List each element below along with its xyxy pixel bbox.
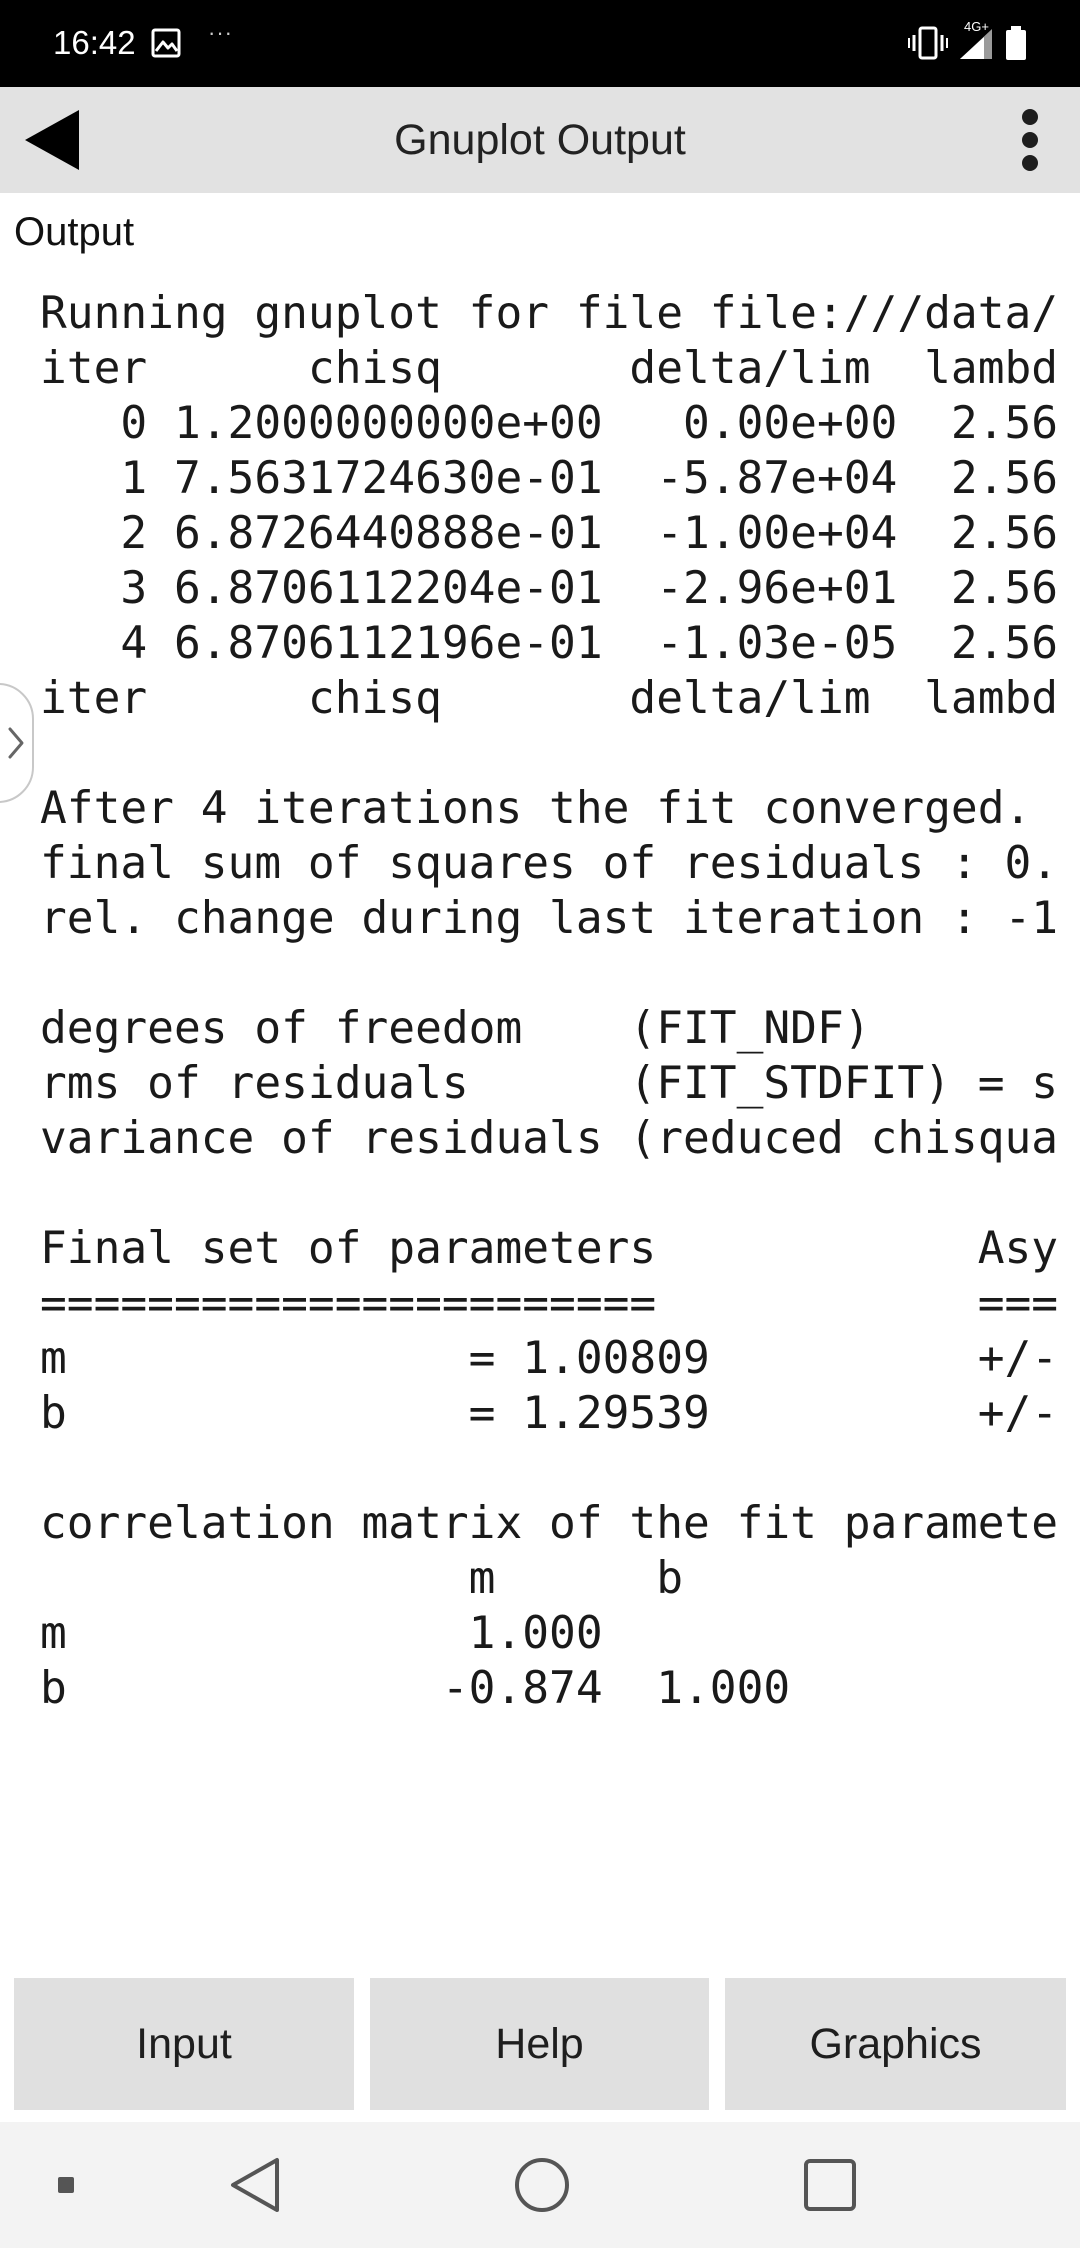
app-bar: Gnuplot Output	[0, 87, 1080, 193]
output-line: Final set of parameters Asy	[40, 1223, 1059, 1274]
output-line: degrees of freedom (FIT_NDF)	[40, 1003, 871, 1054]
battery-icon	[1006, 26, 1026, 60]
output-line: m 1.000	[40, 1608, 603, 1659]
chevron-right-icon	[8, 727, 24, 759]
output-line: b = 1.29539 +/-	[40, 1388, 1059, 1439]
input-button[interactable]: Input	[14, 1978, 354, 2110]
overflow-menu-icon	[1022, 109, 1038, 171]
recent-dot-button[interactable]	[36, 2122, 96, 2248]
bottom-button-row: Input Help Graphics	[0, 1978, 1080, 2110]
output-line: 4 6.8706112196e-01 -1.03e-05 2.56	[40, 618, 1059, 669]
network-type-label: 4G+	[964, 19, 989, 34]
nav-back-button[interactable]	[215, 2122, 295, 2248]
output-line: ======================= ===	[40, 1278, 1059, 1329]
back-button[interactable]	[18, 105, 88, 175]
back-triangle-icon	[231, 2158, 279, 2212]
back-arrow-icon	[25, 110, 79, 170]
output-line: After 4 iterations the fit converged.	[40, 783, 1032, 834]
output-line: m = 1.00809 +/-	[40, 1333, 1059, 1384]
output-line: rms of residuals (FIT_STDFIT) = s	[40, 1058, 1059, 1109]
home-circle-icon	[515, 2158, 569, 2212]
page-title: Gnuplot Output	[394, 116, 686, 164]
overview-square-icon	[804, 2159, 856, 2211]
gnuplot-output-text: Running gnuplot for file file:///data/ i…	[40, 286, 1058, 1716]
output-line: correlation matrix of the fit paramete	[40, 1498, 1059, 1549]
vibrate-icon	[908, 26, 948, 60]
graphics-button[interactable]: Graphics	[725, 1978, 1066, 2110]
status-bar: 16:42 ··· 4G+	[0, 0, 1080, 87]
output-line: 3 6.8706112204e-01 -2.96e+01 2.56	[40, 563, 1059, 614]
image-notification-icon	[151, 28, 181, 58]
output-line: b -0.874 1.000	[40, 1663, 791, 1714]
drawer-handle[interactable]	[0, 683, 34, 803]
nav-home-button[interactable]	[502, 2122, 582, 2248]
output-line: Running gnuplot for file file:///data/	[40, 288, 1059, 339]
output-pane[interactable]: Running gnuplot for file file:///data/ i…	[0, 286, 1080, 1946]
recent-dot-icon	[58, 2177, 74, 2193]
signal-icon: 4G+	[956, 19, 996, 61]
status-icons: 4G+	[908, 19, 1028, 64]
output-line: rel. change during last iteration : -1	[40, 893, 1059, 944]
nav-overview-button[interactable]	[790, 2122, 870, 2248]
output-label: Output	[14, 210, 135, 254]
output-line: 2 6.8726440888e-01 -1.00e+04 2.56	[40, 508, 1059, 559]
output-line: iter chisq delta/lim lambd	[40, 343, 1059, 394]
status-time: 16:42	[53, 24, 136, 61]
screen: 16:42 ··· 4G+ Gnuplot Output Output Runn…	[0, 0, 1080, 2248]
more-notifications-indicator: ···	[208, 20, 233, 45]
overflow-menu-button[interactable]	[1002, 105, 1058, 175]
output-line: iter chisq delta/lim lambd	[40, 673, 1059, 724]
output-line: 0 1.2000000000e+00 0.00e+00 2.56	[40, 398, 1059, 449]
navigation-bar	[0, 2122, 1080, 2248]
help-button[interactable]: Help	[370, 1978, 709, 2110]
output-line: variance of residuals (reduced chisqua	[40, 1113, 1059, 1164]
output-line: 1 7.5631724630e-01 -5.87e+04 2.56	[40, 453, 1059, 504]
output-line: m b	[40, 1553, 683, 1604]
output-line: final sum of squares of residuals : 0.	[40, 838, 1059, 889]
